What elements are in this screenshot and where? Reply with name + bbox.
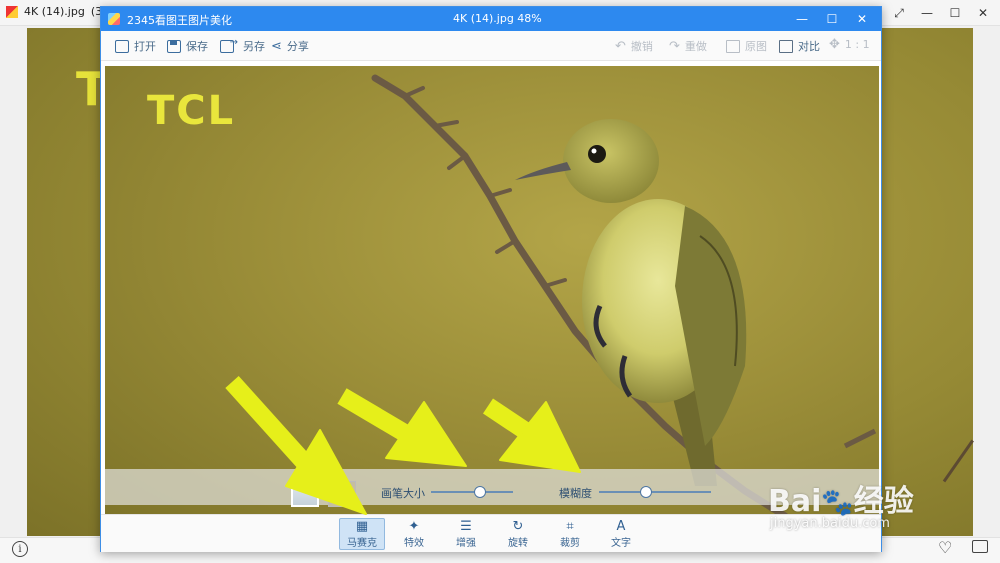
undo-button[interactable]: ↶ 撤销 [615, 38, 653, 54]
tool-effects-button[interactable]: ✦ 特效 [391, 518, 437, 550]
dialog-window-controls: — ☐ ✕ [789, 9, 875, 29]
rotate-icon: ↻ [512, 518, 524, 534]
tool-mosaic-button[interactable]: ▦ 马赛克 [339, 518, 385, 550]
close-icon[interactable]: ✕ [974, 4, 992, 22]
image-canvas[interactable]: TCL [105, 66, 879, 516]
redo-label: 重做 [684, 40, 707, 53]
original-button[interactable]: 原图 [726, 38, 767, 54]
tool-enhance-label: 增强 [456, 537, 476, 549]
watermark-url: jingyan.baidu.com [770, 516, 890, 531]
share-icon: ⋖ [271, 38, 282, 54]
save-as-button[interactable]: 另存 [220, 37, 265, 54]
tool-crop-label: 裁剪 [560, 537, 580, 549]
effects-icon: ✦ [408, 518, 420, 534]
viewer-app-icon [6, 5, 18, 18]
baidu-watermark: Bai🐾经验 [768, 476, 914, 520]
undo-label: 撤销 [630, 40, 653, 53]
compare-label: 对比 [798, 40, 820, 53]
app-logo-icon [108, 13, 120, 25]
save-button[interactable]: 保存 [167, 38, 208, 54]
background-file-name: 4K (14).jpg [24, 5, 85, 18]
compare-button[interactable]: 对比 [779, 38, 820, 54]
dialog-titlebar: 2345看图王图片美化 4K (14).jpg 48% — ☐ ✕ [101, 7, 881, 31]
text-icon: A [616, 518, 626, 534]
tool-text-button[interactable]: A 文字 [598, 518, 644, 550]
tool-enhance-button[interactable]: ☰ 增强 [443, 518, 489, 550]
tool-text-label: 文字 [611, 537, 631, 549]
mosaic-style-thumb-1[interactable] [291, 481, 319, 507]
tool-rotate-button[interactable]: ↻ 旋转 [495, 518, 541, 550]
ratio-label: 1 : 1 [844, 38, 870, 51]
tool-crop-button[interactable]: ⌗ 裁剪 [547, 518, 593, 550]
watermark-brand-2: 经验 [853, 484, 914, 519]
tool-rotate-label: 旋转 [508, 537, 528, 549]
enhance-icon: ☰ [460, 518, 472, 534]
open-button[interactable]: 打开 [115, 38, 156, 54]
bird-photo [371, 74, 877, 516]
minimize-icon[interactable]: — [918, 4, 936, 22]
actual-size-icon: ✥ [829, 37, 840, 52]
crop-icon: ⌗ [566, 518, 574, 534]
maximize-icon[interactable]: ☐ [819, 9, 845, 29]
share-button[interactable]: ⋖ 分享 [271, 38, 309, 54]
actual-size-button[interactable]: ✥ 1 : 1 [829, 38, 870, 51]
save-label: 保存 [186, 40, 208, 53]
maximize-icon[interactable]: ☐ [946, 4, 964, 22]
image-icon [726, 39, 740, 53]
folder-open-icon [115, 39, 129, 53]
save-as-icon [220, 37, 238, 53]
redo-icon: ↷ [669, 38, 680, 54]
brush-size-label: 画笔大小 [381, 487, 425, 500]
top-toolbar: 打开 保存 另存 ⋖ 分享 ↶ 撤销 ↷ 重做 原图 对比 [101, 31, 881, 61]
blur-slider[interactable] [599, 491, 711, 493]
blur-knob[interactable] [640, 486, 653, 498]
fullscreen-icon[interactable]: ⤢ [890, 4, 908, 22]
tool-effects-label: 特效 [404, 537, 424, 549]
paw-icon: 🐾 [821, 488, 854, 518]
document-title: 4K (14).jpg 48% [453, 12, 542, 25]
share-label: 分享 [286, 40, 309, 53]
folder-icon[interactable] [972, 540, 988, 553]
open-label: 打开 [134, 40, 156, 53]
bottom-toolbar: ▦ 马赛克 ✦ 特效 ☰ 增强 ↻ 旋转 ⌗ 裁剪 A 文字 [101, 514, 881, 552]
redo-button[interactable]: ↷ 重做 [669, 38, 707, 54]
app-title: 2345看图王图片美化 [127, 14, 232, 27]
save-icon [167, 39, 181, 53]
brush-size-slider[interactable] [431, 491, 513, 493]
blur-label: 模糊度 [559, 487, 592, 500]
heart-icon[interactable]: ♡ [938, 538, 952, 557]
watermark-brand: Bai [768, 484, 822, 519]
tool-mosaic-label: 马赛克 [347, 537, 377, 549]
image-beautify-dialog: 2345看图王图片美化 4K (14).jpg 48% — ☐ ✕ 打开 保存 … [100, 6, 882, 552]
compare-icon [779, 39, 793, 53]
minimize-icon[interactable]: — [789, 9, 815, 29]
original-label: 原图 [745, 40, 767, 53]
save-as-label: 另存 [243, 40, 265, 53]
mosaic-icon: ▦ [355, 518, 369, 534]
mosaic-settings-panel [105, 469, 879, 505]
close-icon[interactable]: ✕ [849, 9, 875, 29]
undo-icon: ↶ [615, 38, 626, 54]
info-icon[interactable]: i [12, 541, 28, 557]
mosaic-style-thumb-2[interactable] [328, 481, 356, 507]
